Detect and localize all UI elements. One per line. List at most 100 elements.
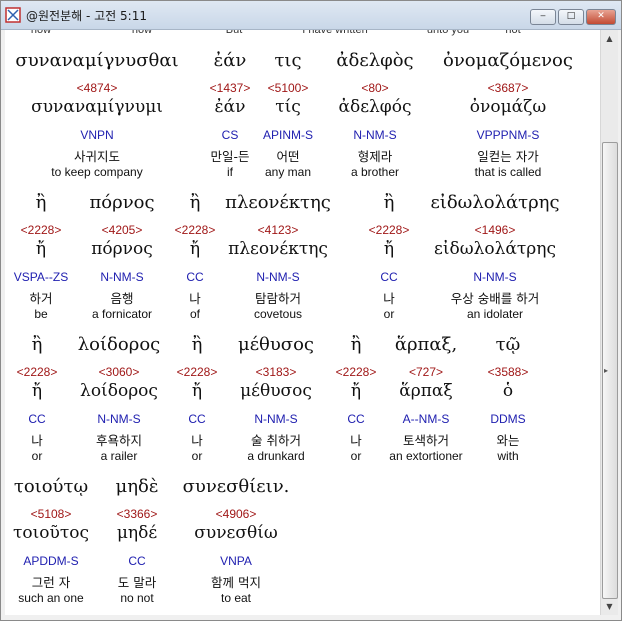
lexical-form: ἤ bbox=[189, 239, 201, 259]
morphology-code: VPPPNM-S bbox=[476, 128, 540, 142]
korean-gloss: 사귀지도 bbox=[73, 149, 121, 164]
english-gloss: or bbox=[383, 307, 395, 321]
english-gloss: that is called bbox=[474, 165, 542, 179]
lexical-form: εἰδωλολάτρης bbox=[434, 239, 556, 259]
greek-word: συνεσθίειν. bbox=[182, 476, 290, 497]
close-button[interactable]: ✕ bbox=[586, 9, 616, 25]
lexical-form: μέθυσος bbox=[240, 381, 312, 401]
strong-number: <2228> bbox=[335, 365, 377, 379]
english-gloss: or bbox=[191, 449, 203, 463]
greek-word: ἢ bbox=[35, 192, 47, 213]
strong-number: <3366> bbox=[116, 507, 158, 521]
english-gloss: no not bbox=[120, 591, 154, 605]
english-gloss: a fornicator bbox=[91, 307, 153, 321]
english-gloss: any man bbox=[264, 165, 312, 179]
korean-gloss: 술 취하거 bbox=[251, 433, 301, 448]
korean-gloss: 나 bbox=[350, 433, 362, 448]
korean-gloss: 나 bbox=[189, 291, 201, 306]
greek-word: ἢ bbox=[31, 334, 43, 355]
strong-number: <4906> bbox=[215, 507, 257, 521]
partial-row-gloss: now bbox=[131, 30, 153, 36]
morphology-code: VNPA bbox=[220, 554, 252, 568]
greek-word: συναναμίγνυσθαι bbox=[15, 50, 179, 71]
greek-word: ἢ bbox=[191, 334, 203, 355]
morphology-code: VNPN bbox=[80, 128, 114, 142]
lexical-form: ἀδελφός bbox=[338, 97, 412, 117]
korean-gloss: 만일-든 bbox=[210, 149, 250, 164]
lexical-form: συναναμίγνυμι bbox=[31, 97, 163, 117]
morphology-code: A--NM-S bbox=[402, 412, 450, 426]
korean-gloss: 우상 숭배를 하거 bbox=[450, 291, 540, 306]
partial-row-gloss: now bbox=[30, 30, 52, 36]
greek-word: λοίδορος bbox=[77, 334, 161, 355]
english-gloss: covetous bbox=[253, 307, 303, 321]
greek-word: πλεονέκτης bbox=[225, 192, 331, 213]
greek-word: ἅρπαξ, bbox=[394, 334, 458, 355]
strong-number: <2228> bbox=[20, 223, 62, 237]
strong-number: <3687> bbox=[487, 81, 529, 95]
english-gloss: with bbox=[497, 449, 519, 463]
greek-word: τῷ bbox=[495, 334, 521, 355]
maximize-button[interactable]: □ bbox=[558, 9, 584, 25]
morphology-code: N-NM-S bbox=[254, 412, 298, 426]
lexical-form: ἤ bbox=[191, 381, 203, 401]
lexical-form: ὀνομάζω bbox=[469, 97, 547, 117]
vertical-scrollbar[interactable]: ▲ ▼ bbox=[600, 30, 618, 615]
strong-number: <4123> bbox=[257, 223, 299, 237]
greek-word: τις bbox=[274, 50, 302, 71]
greek-word: ἢ bbox=[189, 192, 201, 213]
korean-gloss: 토색하거 bbox=[402, 433, 450, 448]
strong-number: <3588> bbox=[487, 365, 529, 379]
korean-gloss: 와는 bbox=[496, 433, 520, 448]
lexical-form: πόρνος bbox=[91, 239, 153, 259]
morphology-code: N-NM-S bbox=[97, 412, 141, 426]
english-gloss: or bbox=[31, 449, 43, 463]
korean-gloss: 나 bbox=[383, 291, 395, 306]
scroll-down-arrow-icon[interactable]: ▼ bbox=[601, 598, 618, 615]
strong-number: <3060> bbox=[98, 365, 140, 379]
strong-number: <5108> bbox=[30, 507, 72, 521]
lexical-form: ἤ bbox=[35, 239, 47, 259]
greek-word: πόρνος bbox=[89, 192, 155, 213]
morphology-code: CC bbox=[380, 270, 398, 284]
strong-number: <4205> bbox=[101, 223, 143, 237]
side-marker-icon: ▸ bbox=[604, 366, 609, 375]
scroll-up-arrow-icon[interactable]: ▲ bbox=[601, 30, 618, 47]
greek-word: ὀνομαζόμενος bbox=[443, 50, 573, 71]
morphology-code: CC bbox=[186, 270, 204, 284]
lexical-form: ἤ bbox=[31, 381, 43, 401]
title-bar[interactable]: @원전분해 - 고전 5:11 ‒ □ ✕ bbox=[1, 1, 621, 30]
korean-gloss: 일컫는 자가 bbox=[477, 149, 539, 164]
korean-gloss: 나 bbox=[191, 433, 203, 448]
greek-word: ἢ bbox=[383, 192, 395, 213]
english-gloss: such an one bbox=[18, 591, 84, 605]
strong-number: <80> bbox=[361, 81, 389, 95]
morphology-code: N-NM-S bbox=[353, 128, 397, 142]
greek-word: ἢ bbox=[350, 334, 362, 355]
partial-row-gloss: not bbox=[505, 30, 521, 36]
morphology-code: VSPA--ZS bbox=[13, 270, 69, 284]
lexical-form: πλεονέκτης bbox=[228, 239, 328, 259]
window-title: @원전분해 - 고전 5:11 bbox=[26, 9, 147, 23]
lexical-form: μηδέ bbox=[116, 523, 158, 543]
english-gloss: a railer bbox=[100, 449, 138, 463]
korean-gloss: 형제라 bbox=[357, 149, 393, 164]
lexical-form: συνεσθίω bbox=[194, 523, 278, 543]
strong-number: <727> bbox=[408, 365, 444, 379]
english-gloss: a brother bbox=[350, 165, 400, 179]
app-logo-icon bbox=[5, 7, 21, 23]
korean-gloss: 후욕하지 bbox=[95, 433, 143, 448]
greek-word: μέθυσος bbox=[237, 334, 315, 355]
minimize-button[interactable]: ‒ bbox=[530, 9, 556, 25]
morphology-code: APDDM-S bbox=[23, 554, 79, 568]
greek-word: ἀδελφὸς bbox=[336, 50, 414, 71]
korean-gloss: 음행 bbox=[110, 291, 134, 306]
greek-word: εἰδωλολάτρης bbox=[430, 192, 560, 213]
morphology-code: DDMS bbox=[490, 412, 526, 426]
strong-number: <3183> bbox=[255, 365, 297, 379]
english-gloss: to eat bbox=[220, 591, 252, 605]
english-gloss: a drunkard bbox=[247, 449, 305, 463]
interlinear-pane: now now But I have written unto you not συνανα… bbox=[5, 30, 600, 615]
strong-number: <2228> bbox=[368, 223, 410, 237]
lexical-form: ἐάν bbox=[214, 97, 246, 117]
